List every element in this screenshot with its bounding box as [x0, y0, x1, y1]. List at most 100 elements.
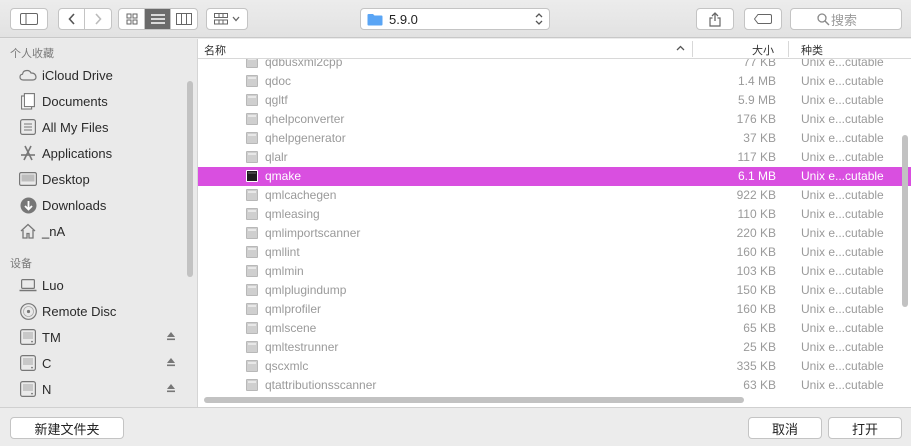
table-row[interactable]: qgltf 5.9 MB Unix e...cutable: [198, 91, 911, 110]
sidebar-toggle-button[interactable]: [10, 8, 48, 30]
file-kind: Unix e...cutable: [801, 93, 884, 107]
share-button[interactable]: [696, 8, 734, 30]
file-size: 6.1 MB: [737, 169, 776, 183]
sidebar-icon: [20, 13, 38, 25]
sidebar: 个人收藏 iCloud Drive Documents All My Files…: [0, 39, 197, 407]
sidebar-item-luo[interactable]: Luo: [18, 273, 188, 297]
table-row[interactable]: qhelpconverter 176 KB Unix e...cutable: [198, 110, 911, 129]
table-row[interactable]: qmleasing 110 KB Unix e...cutable: [198, 205, 911, 224]
disc-icon: [18, 301, 38, 321]
path-popup[interactable]: 5.9.0: [360, 8, 550, 30]
tag-button[interactable]: [744, 8, 782, 30]
column-kind-header[interactable]: 种类: [801, 42, 823, 58]
sidebar-item-label: Documents: [42, 93, 108, 109]
file-name: qmlimportscanner: [265, 226, 361, 240]
table-row[interactable]: qmake 6.1 MB Unix e...cutable: [198, 167, 911, 186]
executable-icon: [246, 303, 258, 315]
grid-menu-icon: [214, 13, 228, 25]
table-row[interactable]: qtattributionsscanner 63 KB Unix e...cutab…: [198, 376, 911, 395]
table-row[interactable]: qmlcachegen 922 KB Unix e...cutable: [198, 186, 911, 205]
list-icon: [150, 14, 165, 24]
file-size: 176 KB: [736, 112, 776, 126]
table-row[interactable]: qmltestrunner 25 KB Unix e...cutable: [198, 338, 911, 357]
new-folder-button[interactable]: 新建文件夹: [10, 417, 124, 439]
sidebar-item-all-my-files[interactable]: All My Files: [18, 115, 188, 139]
executable-icon: [246, 94, 258, 106]
list-view-button[interactable]: [145, 9, 171, 29]
sidebar-item-downloads[interactable]: Downloads: [18, 193, 188, 217]
file-name: qmltestrunner: [265, 340, 339, 354]
eject-icon[interactable]: [166, 331, 176, 341]
table-row[interactable]: qlalr 117 KB Unix e...cutable: [198, 148, 911, 167]
table-row[interactable]: qmlimportscanner 220 KB Unix e...cutable: [198, 224, 911, 243]
sidebar-item-icloud-drive[interactable]: iCloud Drive: [18, 63, 188, 87]
table-row[interactable]: qhelpgenerator 37 KB Unix e...cutable: [198, 129, 911, 148]
all-files-icon: [18, 117, 38, 137]
file-name: qtattributionsscanner: [265, 378, 377, 392]
file-name: qhelpconverter: [265, 112, 345, 126]
sidebar-item-label: N: [42, 381, 52, 397]
table-row[interactable]: qmlplugindump 150 KB Unix e...cutable: [198, 281, 911, 300]
file-size: 922 KB: [736, 188, 776, 202]
file-name: qmake: [265, 169, 302, 183]
file-size: 220 KB: [736, 226, 776, 240]
file-kind: Unix e...cutable: [801, 169, 884, 183]
applications-icon: [18, 143, 38, 163]
eject-icon[interactable]: [166, 357, 176, 367]
table-row[interactable]: qdoc 1.4 MB Unix e...cutable: [198, 72, 911, 91]
table-row[interactable]: qmlmin 103 KB Unix e...cutable: [198, 262, 911, 281]
sidebar-item-documents[interactable]: Documents: [18, 89, 188, 113]
file-kind: Unix e...cutable: [801, 226, 884, 240]
chevron-left-icon: [67, 13, 75, 25]
laptop-icon: [18, 275, 38, 295]
back-button[interactable]: [59, 9, 85, 29]
column-view-button[interactable]: [171, 9, 197, 29]
executable-icon: [246, 246, 258, 258]
forward-button[interactable]: [85, 9, 111, 29]
horizontal-scrollbar[interactable]: [204, 397, 744, 403]
group-menu-button[interactable]: [206, 8, 248, 30]
open-button[interactable]: 打开: [828, 417, 902, 439]
columns-icon: [176, 13, 192, 25]
table-row[interactable]: qmlscene 65 KB Unix e...cutable: [198, 319, 911, 338]
sidebar-scrollbar[interactable]: [187, 81, 193, 277]
view-mode-group: [118, 8, 198, 30]
sidebar-item-label: _nA: [42, 223, 66, 239]
table-row[interactable]: qmllint 160 KB Unix e...cutable: [198, 243, 911, 262]
file-name: qhelpgenerator: [265, 131, 346, 145]
share-icon: [709, 11, 721, 27]
desktop-icon: [18, 169, 38, 189]
sidebar-item-applications[interactable]: Applications: [18, 141, 188, 165]
file-name: qmleasing: [265, 207, 320, 221]
file-list: qdbusxml2cpp 77 KB Unix e...cutable qdoc 1.4…: [197, 39, 911, 407]
executable-icon: [246, 322, 258, 334]
downloads-icon: [18, 195, 38, 215]
sidebar-item-home[interactable]: _nA: [18, 219, 188, 243]
file-rows: qdbusxml2cpp 77 KB Unix e...cutable qdoc 1.4…: [198, 53, 911, 395]
table-row[interactable]: qscxmlc 335 KB Unix e...cutable: [198, 357, 911, 376]
column-name-header[interactable]: 名称: [204, 42, 226, 58]
sidebar-item-tm[interactable]: TM: [18, 325, 188, 349]
column-size-header[interactable]: 大小: [752, 42, 774, 58]
cancel-button[interactable]: 取消: [748, 417, 822, 439]
document-icon: [18, 91, 38, 111]
sidebar-item-remote-disc[interactable]: Remote Disc: [18, 299, 188, 323]
vertical-scrollbar[interactable]: [902, 135, 908, 307]
search-field[interactable]: 搜索: [790, 8, 902, 30]
table-row[interactable]: qmlprofiler 160 KB Unix e...cutable: [198, 300, 911, 319]
file-name: qmlprofiler: [265, 302, 322, 316]
file-kind: Unix e...cutable: [801, 302, 884, 316]
file-kind: Unix e...cutable: [801, 112, 884, 126]
file-name: qscxmlc: [265, 359, 309, 373]
sidebar-item-n[interactable]: N: [18, 377, 188, 401]
executable-icon: [246, 341, 258, 353]
sidebar-item-label: Remote Disc: [42, 303, 117, 319]
eject-icon[interactable]: [166, 383, 176, 393]
file-kind: Unix e...cutable: [801, 264, 884, 278]
icon-view-button[interactable]: [119, 9, 145, 29]
file-size: 160 KB: [736, 245, 776, 259]
sidebar-item-desktop[interactable]: Desktop: [18, 167, 188, 191]
sidebar-item-label: iCloud Drive: [42, 67, 113, 83]
sidebar-item-c[interactable]: C: [18, 351, 188, 375]
file-kind: Unix e...cutable: [801, 359, 884, 373]
